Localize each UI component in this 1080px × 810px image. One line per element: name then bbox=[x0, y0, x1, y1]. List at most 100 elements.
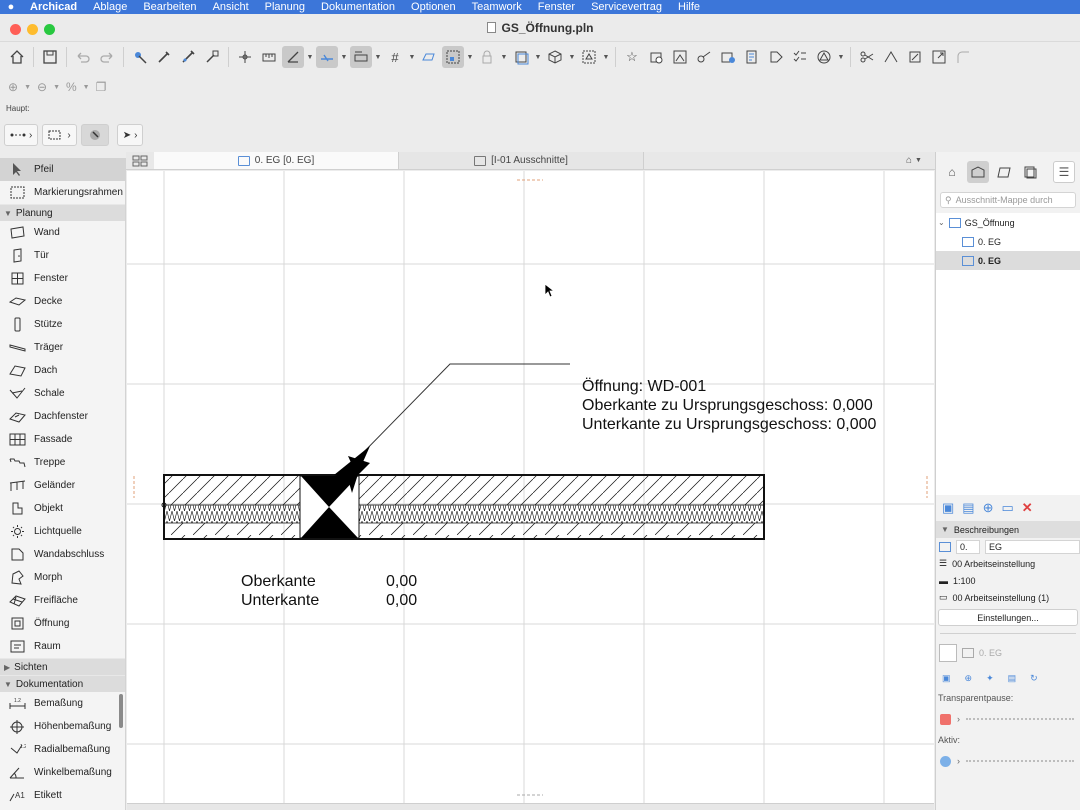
snap-guides-icon[interactable] bbox=[316, 46, 338, 68]
tool-etikett[interactable]: A1 Etikett bbox=[0, 784, 125, 807]
save-view-icon[interactable]: ▣ bbox=[942, 500, 954, 516]
tool-schale[interactable]: Schale bbox=[0, 382, 125, 405]
tree-item-project[interactable]: ⌄ GS_Öffnung bbox=[936, 213, 1080, 232]
view-options-button[interactable]: ⌂ ▼ bbox=[893, 152, 935, 169]
copy-frame-icon[interactable]: ❐ bbox=[96, 80, 107, 94]
chevron-down-icon[interactable]: ▼ bbox=[534, 46, 542, 68]
selection-method-button[interactable]: › bbox=[42, 124, 77, 146]
subtract-shape-icon[interactable]: ⊖ bbox=[37, 80, 47, 94]
marquee-3d-icon[interactable] bbox=[578, 46, 600, 68]
group-planung[interactable]: ▼ Planung bbox=[0, 204, 125, 221]
tab-worksheet[interactable]: [I-01 Ausschnitte] bbox=[399, 152, 644, 169]
layout-book-icon[interactable] bbox=[993, 161, 1015, 183]
trace-refresh-icon[interactable]: ↻ bbox=[1030, 673, 1038, 684]
tree-item-view-selected[interactable]: 0. EG bbox=[936, 251, 1080, 270]
navigator-menu-icon[interactable]: ☰ bbox=[1053, 161, 1075, 183]
chevron-down-icon[interactable]: ▼ bbox=[837, 46, 845, 68]
view-settings-icon[interactable]: ▭ bbox=[1002, 500, 1014, 516]
menu-fenster[interactable]: Fenster bbox=[530, 1, 583, 13]
graphic-override-icon[interactable] bbox=[669, 46, 691, 68]
add-point-icon[interactable]: ⊕ bbox=[8, 80, 18, 94]
home-icon[interactable] bbox=[6, 46, 28, 68]
chevron-down-icon[interactable]: ▼ bbox=[500, 46, 508, 68]
lock-icon[interactable] bbox=[476, 46, 498, 68]
chevron-down-icon[interactable]: ▼ bbox=[408, 46, 416, 68]
tool-hoehenbemassung[interactable]: Höhenbemaßung bbox=[0, 715, 125, 738]
opening-label[interactable]: Öffnung: WD-001 Oberkante zu Ursprungsge… bbox=[582, 377, 876, 434]
snap-points-icon[interactable] bbox=[350, 46, 372, 68]
chevron-down-icon[interactable]: ▼ bbox=[602, 46, 610, 68]
tool-dach[interactable]: Dach bbox=[0, 359, 125, 382]
view-map-icon[interactable] bbox=[967, 161, 989, 183]
menu-bearbeiten[interactable]: Bearbeiten bbox=[135, 1, 204, 13]
tool-raum[interactable]: Raum bbox=[0, 635, 125, 658]
tool-gelaender[interactable]: Geländer bbox=[0, 474, 125, 497]
menu-hilfe[interactable]: Hilfe bbox=[670, 1, 708, 13]
tool-fassade[interactable]: Fassade bbox=[0, 428, 125, 451]
delete-icon[interactable]: ✕ bbox=[1022, 500, 1033, 516]
trace-add-icon[interactable]: ⊕ bbox=[965, 673, 973, 684]
resize-icon[interactable] bbox=[928, 46, 950, 68]
navigator-search[interactable]: ⚲ Ausschnitt-Mappe durch bbox=[940, 192, 1076, 208]
tool-traeger[interactable]: Träger bbox=[0, 336, 125, 359]
tool-wandabschluss[interactable]: Wandabschluss bbox=[0, 543, 125, 566]
elevation-label[interactable]: Oberkante 0,00 Unterkante 0,00 bbox=[241, 572, 417, 610]
menu-dokumentation[interactable]: Dokumentation bbox=[313, 1, 403, 13]
minimize-window-button[interactable] bbox=[27, 24, 38, 35]
chevron-down-icon[interactable]: ▼ bbox=[306, 46, 314, 68]
3d-cube-icon[interactable] bbox=[544, 46, 566, 68]
tool-stuetze[interactable]: Stütze bbox=[0, 313, 125, 336]
split-icon[interactable] bbox=[856, 46, 878, 68]
label-tool-icon[interactable] bbox=[765, 46, 787, 68]
slider-track[interactable] bbox=[966, 718, 1074, 720]
undo-icon[interactable] bbox=[72, 46, 94, 68]
syringe-icon[interactable] bbox=[177, 46, 199, 68]
clone-folder-icon[interactable]: ⊕ bbox=[983, 500, 994, 516]
chevron-down-icon[interactable]: ▼ bbox=[53, 84, 60, 91]
save-icon[interactable] bbox=[39, 46, 61, 68]
menu-optionen[interactable]: Optionen bbox=[403, 1, 464, 13]
tool-wand[interactable]: Wand bbox=[0, 221, 125, 244]
arrow-mode-button[interactable]: ➤ › bbox=[116, 124, 144, 146]
toolbox-scrollbar[interactable] bbox=[119, 694, 123, 728]
tool-bemassung[interactable]: 1.2 Bemaßung bbox=[0, 692, 125, 715]
model-view-row[interactable]: ▭ 00 Arbeitseinstellung (1) bbox=[936, 589, 1080, 606]
tool-decke[interactable]: Decke bbox=[0, 290, 125, 313]
adjust-icon[interactable] bbox=[880, 46, 902, 68]
close-window-button[interactable] bbox=[10, 24, 21, 35]
favorites-star-icon[interactable]: ☆ bbox=[621, 46, 643, 68]
active-slider[interactable]: › bbox=[936, 747, 1080, 775]
tool-dachfenster[interactable]: Dachfenster bbox=[0, 405, 125, 428]
slider-track[interactable] bbox=[966, 760, 1074, 762]
guide-lines-icon[interactable] bbox=[234, 46, 256, 68]
layer-combo-row[interactable]: ☰ 00 Arbeitseinstellung bbox=[936, 555, 1080, 572]
ortho-icon[interactable] bbox=[282, 46, 304, 68]
percent-icon[interactable]: % bbox=[66, 80, 77, 94]
menu-servicevertrag[interactable]: Servicevertrag bbox=[583, 1, 670, 13]
menu-teamwork[interactable]: Teamwork bbox=[464, 1, 530, 13]
view-id-field[interactable]: 0. bbox=[956, 539, 980, 554]
tab-floor-plan[interactable]: 0. EG [0. EG] bbox=[154, 152, 399, 169]
element-info-icon[interactable] bbox=[717, 46, 739, 68]
dimension-toggle-icon[interactable] bbox=[258, 46, 280, 68]
trace-reset-icon[interactable]: ▤ bbox=[1008, 673, 1017, 684]
magic-wand-icon[interactable] bbox=[201, 46, 223, 68]
eyedropper-icon[interactable] bbox=[153, 46, 175, 68]
offset-icon[interactable] bbox=[904, 46, 926, 68]
project-map-icon[interactable]: ⌂ bbox=[941, 161, 963, 183]
tool-oeffnung[interactable]: Öffnung bbox=[0, 612, 125, 635]
tool-freiflaeche[interactable]: Freifläche bbox=[0, 589, 125, 612]
menu-planung[interactable]: Planung bbox=[257, 1, 313, 13]
tool-pfeil[interactable]: Pfeil bbox=[0, 158, 125, 181]
descriptions-header[interactable]: ▼ Beschreibungen bbox=[936, 521, 1080, 538]
trace-toggle-icon[interactable]: ▣ bbox=[942, 673, 951, 684]
color-wheel-icon[interactable] bbox=[940, 755, 951, 767]
menu-ablage[interactable]: Ablage bbox=[85, 1, 135, 13]
transparency-slider[interactable]: › bbox=[936, 705, 1080, 733]
grid-snap-icon[interactable]: # bbox=[384, 46, 406, 68]
group-dokumentation[interactable]: ▼ Dokumentation bbox=[0, 675, 125, 692]
tool-radialbemassung[interactable]: 1.2 Radialbemaßung bbox=[0, 738, 125, 761]
checklist-icon[interactable] bbox=[789, 46, 811, 68]
new-folder-icon[interactable]: ▤ bbox=[962, 500, 974, 516]
menu-ansicht[interactable]: Ansicht bbox=[205, 1, 257, 13]
